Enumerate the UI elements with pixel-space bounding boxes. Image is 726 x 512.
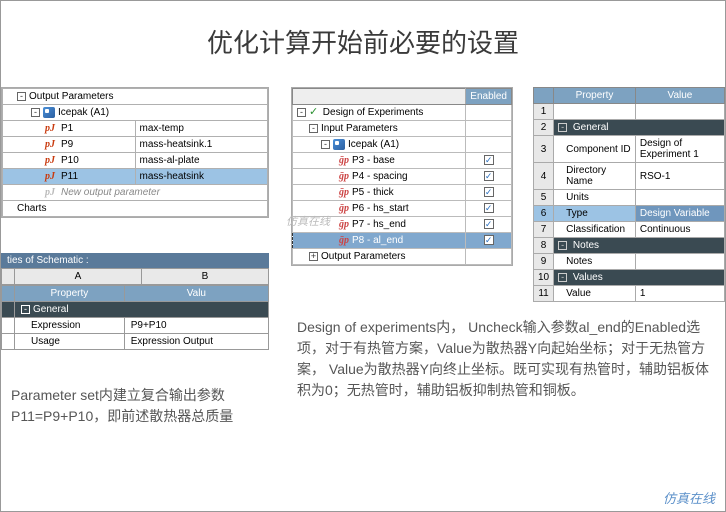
param-icon: pJ bbox=[45, 123, 58, 134]
section-general[interactable]: - General bbox=[554, 120, 725, 136]
doe-root[interactable]: -✓ Design of Experiments bbox=[293, 105, 466, 121]
prop-row[interactable]: 5Units bbox=[534, 190, 725, 206]
col-a: A bbox=[15, 269, 142, 285]
prop-row-selected[interactable]: 6TypeDesign Variable bbox=[534, 206, 725, 222]
col-b: B bbox=[142, 269, 269, 285]
output-params-node[interactable]: +Output Parameters bbox=[293, 249, 466, 265]
prop-row[interactable]: 11Value1 bbox=[534, 286, 725, 302]
prop-row[interactable]: 7ClassificationContinuous bbox=[534, 222, 725, 238]
prop-row[interactable]: ExpressionP9+P10 bbox=[2, 318, 269, 334]
check-icon: ✓ bbox=[309, 107, 320, 118]
enabled-checkbox[interactable] bbox=[484, 219, 494, 229]
watermark-mid: 仿真在线 bbox=[286, 213, 330, 229]
param-icon: ḡp bbox=[339, 187, 349, 198]
schematic-title: ties of Schematic : bbox=[1, 253, 269, 268]
param-icon: pJ bbox=[45, 139, 58, 150]
enabled-checkbox[interactable] bbox=[484, 171, 494, 181]
enabled-header: Enabled bbox=[466, 89, 512, 105]
param-row[interactable]: pJP1max-temp bbox=[3, 121, 268, 137]
icepak-icon bbox=[333, 139, 345, 150]
property-header: Property bbox=[15, 286, 125, 302]
property-grid: PropertyValue 1 2- General 3Component ID… bbox=[533, 87, 725, 302]
output-parameters-panel: -Output Parameters -Icepak (A1) pJP1max-… bbox=[1, 87, 269, 218]
schematic-properties-panel: ties of Schematic : A B PropertyValu -Ge… bbox=[1, 253, 269, 350]
icepak-icon bbox=[43, 107, 55, 118]
prop-row[interactable]: 9Notes bbox=[534, 254, 725, 270]
icepak-group[interactable]: -Icepak (A1) bbox=[3, 105, 268, 121]
doe-param-row[interactable]: ḡpP3 - base bbox=[293, 153, 512, 169]
output-params-header[interactable]: -Output Parameters bbox=[3, 89, 268, 105]
watermark: 仿真在线 bbox=[663, 488, 715, 507]
new-param-row[interactable]: pJNew output parameter bbox=[3, 185, 268, 201]
enabled-checkbox[interactable] bbox=[484, 203, 494, 213]
input-params-node[interactable]: -Input Parameters bbox=[293, 121, 466, 137]
param-icon: ḡp bbox=[339, 203, 349, 214]
icepak-node[interactable]: -Icepak (A1) bbox=[293, 137, 466, 153]
left-caption: Parameter set内建立复合输出参数 P11=P9+P10，即前述散热器… bbox=[11, 385, 267, 427]
enabled-checkbox[interactable] bbox=[484, 187, 494, 197]
value-header: Valu bbox=[124, 286, 268, 302]
param-icon: ḡp bbox=[339, 235, 349, 246]
prop-row[interactable]: 3Component IDDesign of Experiment 1 bbox=[534, 136, 725, 163]
param-icon: pJ bbox=[45, 155, 58, 166]
param-icon: pJ bbox=[45, 187, 58, 198]
doe-param-row-selected[interactable]: ḡpP8 - al_end bbox=[293, 233, 512, 249]
prop-row[interactable]: UsageExpression Output bbox=[2, 334, 269, 350]
right-caption: Design of experiments内， Uncheck输入参数al_en… bbox=[297, 317, 711, 401]
param-row-selected[interactable]: pJP11mass-heatsink bbox=[3, 169, 268, 185]
doe-panel: Enabled -✓ Design of Experiments -Input … bbox=[291, 87, 513, 266]
general-section[interactable]: -General bbox=[15, 302, 269, 318]
enabled-checkbox[interactable] bbox=[484, 235, 494, 245]
slide-title: 优化计算开始前必要的设置 bbox=[1, 1, 725, 74]
value-col: Value bbox=[635, 88, 724, 104]
param-icon: ḡp bbox=[339, 171, 349, 182]
param-icon: ḡp bbox=[339, 155, 349, 166]
property-col: Property bbox=[554, 88, 636, 104]
doe-param-row[interactable]: ḡpP5 - thick bbox=[293, 185, 512, 201]
enabled-checkbox[interactable] bbox=[484, 155, 494, 165]
doe-param-row[interactable]: ḡpP4 - spacing bbox=[293, 169, 512, 185]
charts-row[interactable]: Charts bbox=[3, 201, 268, 217]
param-icon: pJ bbox=[45, 171, 58, 182]
param-row[interactable]: pJP9mass-heatsink.1 bbox=[3, 137, 268, 153]
section-notes[interactable]: - Notes bbox=[554, 238, 725, 254]
param-row[interactable]: pJP10mass-al-plate bbox=[3, 153, 268, 169]
section-values[interactable]: - Values bbox=[554, 270, 725, 286]
param-icon: ḡp bbox=[339, 219, 349, 230]
prop-row[interactable]: 4Directory NameRSO-1 bbox=[534, 163, 725, 190]
